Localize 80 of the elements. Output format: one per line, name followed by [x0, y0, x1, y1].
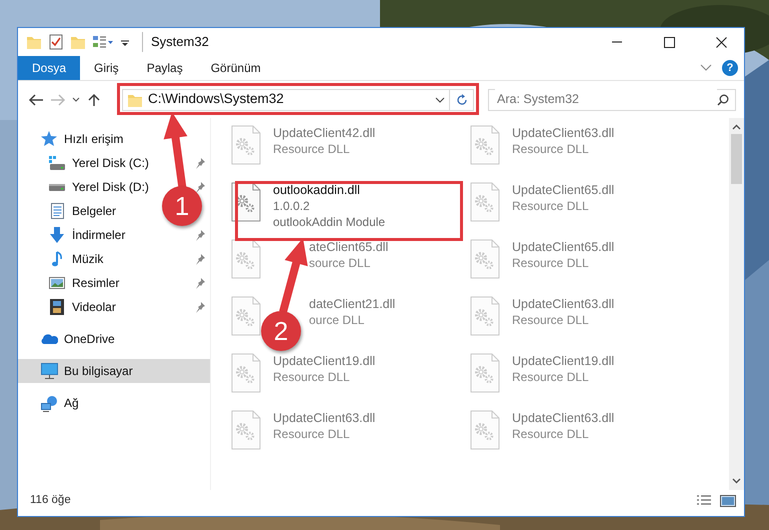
file-name: UpdateClient63.dll [512, 125, 614, 141]
film-icon [50, 299, 64, 315]
maximize-icon[interactable] [664, 36, 674, 48]
file-detail: Resource DLL [273, 141, 351, 157]
scroll-up-icon[interactable] [732, 124, 741, 130]
file-detail: Resource DLL [273, 426, 351, 442]
pin-icon[interactable] [195, 230, 205, 240]
file-detail: Resource DLL [512, 198, 590, 214]
file-detail: Resource DLL [512, 426, 590, 442]
scrollbar-thumb[interactable] [731, 134, 742, 184]
properties-icon[interactable] [48, 34, 64, 50]
file-name: UpdateClient19.dll [273, 353, 376, 369]
file-detail: ource DLL [309, 312, 366, 328]
minimize-icon[interactable] [612, 41, 622, 43]
file-detail: outlookAddin Module [273, 214, 386, 230]
sidebar-item[interactable]: İndirmeler [72, 226, 126, 244]
file-detail: Resource DLL [512, 312, 590, 328]
search-icon [717, 94, 729, 106]
network-icon [40, 394, 58, 412]
file-detail: source DLL [309, 255, 372, 271]
computer-icon [40, 363, 58, 379]
sidebar-item[interactable]: Bu bilgisayar [18, 359, 210, 383]
sidebar-item[interactable]: Yerel Disk (C:) [72, 154, 149, 172]
view-list-icon[interactable] [92, 34, 114, 50]
music-note-icon [52, 251, 62, 267]
refresh-icon[interactable] [456, 94, 468, 106]
file-name: UpdateClient65.dll [512, 239, 614, 255]
sidebar-item[interactable]: Yerel Disk (D:) [72, 178, 149, 196]
details-view-icon[interactable] [696, 495, 712, 507]
file-detail: Resource DLL [512, 369, 590, 385]
sidebar-item[interactable]: Ağ [18, 391, 210, 415]
pin-icon[interactable] [195, 302, 205, 312]
document-icon [50, 203, 64, 219]
ribbon-tab[interactable]: Görünüm [196, 56, 275, 80]
pin-icon[interactable] [195, 254, 205, 264]
file-name: UpdateClient65.dll [512, 182, 614, 198]
scroll-down-icon[interactable] [732, 478, 741, 484]
ribbon-tab[interactable]: Paylaş [132, 56, 197, 80]
file-name: outlookaddin.dll [273, 182, 361, 198]
sidebar-item[interactable]: Hızlı erişim [18, 127, 210, 151]
file-detail: 1.0.0.2 [273, 198, 311, 214]
file-detail: Resource DLL [512, 255, 590, 271]
refresh-button[interactable] [450, 88, 474, 110]
help-button[interactable]: ? [722, 60, 738, 76]
file-name: UpdateClient63.dll [512, 410, 614, 426]
up-button[interactable] [86, 92, 102, 106]
large-icons-view-icon[interactable] [720, 495, 736, 507]
file-detail: Resource DLL [273, 369, 351, 385]
drive-icon [49, 156, 65, 170]
file-name: UpdateClient42.dll [273, 125, 376, 141]
sidebar-item[interactable]: Resimler [72, 274, 120, 292]
drive-icon [49, 184, 65, 190]
file-name: dateClient21.dll [309, 296, 396, 312]
pin-icon[interactable] [195, 158, 205, 168]
chevron-down-icon[interactable] [435, 96, 445, 102]
item-count: 116 öğe [30, 493, 72, 508]
file-name: UpdateClient63.dll [512, 296, 614, 312]
recent-dropdown-icon[interactable] [72, 96, 80, 102]
download-arrow-icon [50, 227, 64, 243]
file-detail: Resource DLL [512, 141, 590, 157]
pin-icon[interactable] [195, 182, 205, 192]
address-bar[interactable]: C:\Windows\System32 [122, 88, 450, 110]
sidebar-item[interactable]: OneDrive [18, 327, 210, 351]
close-icon[interactable] [716, 36, 726, 48]
star-icon [41, 131, 57, 147]
ribbon-tab[interactable]: Giriş [80, 56, 133, 80]
pin-icon[interactable] [195, 278, 205, 288]
cloud-icon [40, 334, 58, 344]
sidebar-item[interactable]: Belgeler [72, 202, 116, 220]
address-path: C:\Windows\System32 [148, 90, 284, 108]
file-name: ateClient65.dll [309, 239, 388, 255]
search-field[interactable]: Ara: System32 [488, 88, 736, 110]
back-button[interactable] [28, 92, 44, 106]
ribbon-tab[interactable]: Dosya [18, 56, 80, 80]
file-name: UpdateClient19.dll [512, 353, 614, 369]
window-title: System32 [142, 32, 588, 52]
sidebar-item[interactable]: Videolar [72, 298, 116, 316]
sidebar-item[interactable]: Müzik [72, 250, 104, 268]
file-name: UpdateClient63.dll [273, 410, 376, 426]
picture-icon [49, 277, 65, 289]
